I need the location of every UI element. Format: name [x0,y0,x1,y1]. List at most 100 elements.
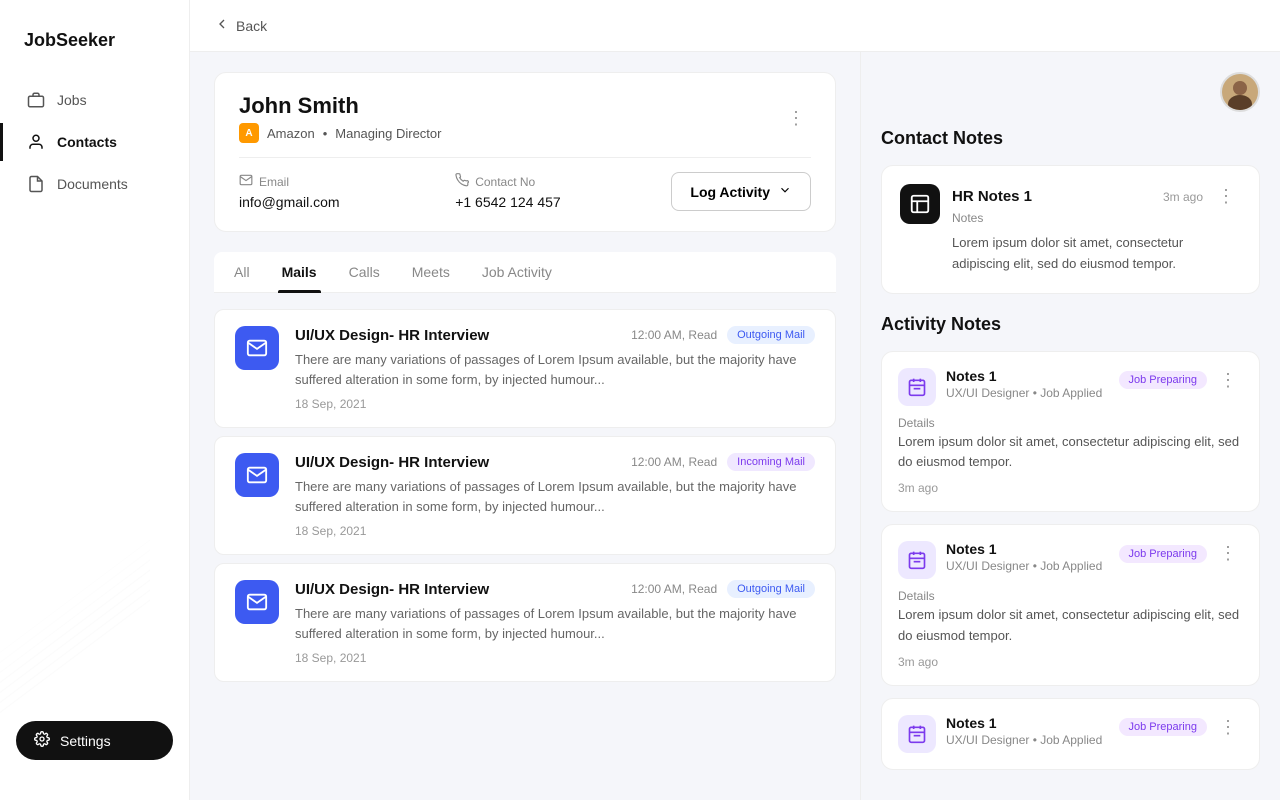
contact-note-card: HR Notes 1 3m ago ⋮ Notes Lorem ipsum do… [881,165,1260,294]
activity-note-title-row: Notes 1 UX/UI Designer • Job Applied Job… [946,541,1243,573]
back-button[interactable]: Back [214,16,267,35]
activity-note-title-row: Notes 1 UX/UI Designer • Job Applied Job… [946,368,1243,400]
topbar: Back [190,0,1280,52]
gear-icon [34,731,50,750]
contact-info-row: Email info@gmail.com Contact No [239,172,811,211]
job-badge: Job Preparing [1119,718,1208,736]
mail-item: UI/UX Design- HR Interview 12:00 AM, Rea… [214,436,836,555]
activity-note-header: Notes 1 UX/UI Designer • Job Applied Job… [898,541,1243,579]
activity-more-button[interactable]: ⋮ [1213,715,1243,740]
mail-preview: There are many variations of passages of… [295,477,815,516]
mail-time: 12:00 AM, Read [631,328,717,342]
sidebar-item-contacts-label: Contacts [57,134,117,150]
mail-title: UI/UX Design- HR Interview [295,581,489,598]
activity-note-title: Notes 1 [946,368,1102,384]
mail-date: 18 Sep, 2021 [295,397,815,411]
mail-title-row: UI/UX Design- HR Interview 12:00 AM, Rea… [295,326,815,344]
log-activity-label: Log Activity [690,184,770,200]
mail-title-row: UI/UX Design- HR Interview 12:00 AM, Rea… [295,453,815,471]
activity-tabs: All Mails Calls Meets Job Activity [214,252,836,293]
sidebar: JobSeeker Jobs Contacts [0,0,190,800]
mail-date: 18 Sep, 2021 [295,651,815,665]
chevron-down-icon [778,183,792,200]
mail-item: UI/UX Design- HR Interview 12:00 AM, Rea… [214,563,836,682]
note-body: Lorem ipsum dolor sit amet, consectetur … [900,233,1241,275]
contact-notes-title: Contact Notes [881,128,1260,149]
mail-body: UI/UX Design- HR Interview 12:00 AM, Rea… [295,580,815,665]
activity-note-info: Notes 1 UX/UI Designer • Job Applied [946,368,1102,400]
note-title: HR Notes 1 [952,188,1032,205]
sidebar-item-jobs[interactable]: Jobs [0,81,189,119]
phone-icon [455,173,469,190]
email-icon [239,173,253,190]
settings-label: Settings [60,733,111,749]
activity-note-sub: UX/UI Designer • Job Applied [946,559,1102,573]
sidebar-item-contacts[interactable]: Contacts [0,123,189,161]
sidebar-item-documents-label: Documents [57,176,128,192]
contact-more-button[interactable]: ⋮ [781,106,811,131]
activity-note-title: Notes 1 [946,715,1102,731]
settings-button[interactable]: Settings [16,721,173,760]
tab-mails[interactable]: Mails [278,252,321,292]
activity-note-sub: UX/UI Designer • Job Applied [946,386,1102,400]
tab-all[interactable]: All [230,252,254,292]
content-area: John Smith A Amazon • Managing Director … [190,52,1280,800]
mail-title: UI/UX Design- HR Interview [295,327,489,344]
note-time: 3m ago [1163,190,1203,204]
activity-more-button[interactable]: ⋮ [1213,541,1243,566]
contact-company: A Amazon • Managing Director [239,123,441,143]
mail-meta: 12:00 AM, Read Outgoing Mail [631,580,815,598]
job-badge: Job Preparing [1119,545,1208,563]
note-title-row: HR Notes 1 3m ago ⋮ [952,184,1241,209]
activity-note-header: Notes 1 UX/UI Designer • Job Applied Job… [898,368,1243,406]
activity-note-sub: UX/UI Designer • Job Applied [946,733,1102,747]
phone-value: +1 6542 124 457 [455,194,651,210]
activity-note-title-row: Notes 1 UX/UI Designer • Job Applied Job… [946,715,1243,747]
back-arrow-icon [214,16,230,35]
note-more-button[interactable]: ⋮ [1211,184,1241,209]
sidebar-item-jobs-label: Jobs [57,92,87,108]
details-label: Details [898,589,1243,603]
mail-icon [235,453,279,497]
mail-icon [235,326,279,370]
ago-text: 3m ago [898,655,1243,669]
mail-badge: Outgoing Mail [727,580,815,598]
ago-text: 3m ago [898,481,1243,495]
contact-role: Managing Director [335,126,441,141]
log-activity-button[interactable]: Log Activity [671,172,811,211]
tab-calls[interactable]: Calls [345,252,384,292]
company-separator: • [323,126,328,141]
activity-icon-wrap [898,715,936,753]
contacts-icon [27,133,45,151]
details-text: Lorem ipsum dolor sit amet, consectetur … [898,605,1243,647]
details-label: Details [898,416,1243,430]
contact-header: John Smith A Amazon • Managing Director … [239,93,811,143]
note-title-area: HR Notes 1 3m ago ⋮ Notes [952,184,1241,225]
tab-job-activity[interactable]: Job Activity [478,252,556,292]
contact-name-area: John Smith A Amazon • Managing Director [239,93,441,143]
contact-card: John Smith A Amazon • Managing Director … [214,72,836,232]
mail-title: UI/UX Design- HR Interview [295,454,489,471]
documents-icon [27,175,45,193]
activity-notes-title: Activity Notes [881,314,1260,335]
briefcase-icon [27,91,45,109]
sidebar-item-documents[interactable]: Documents [0,165,189,203]
note-header: HR Notes 1 3m ago ⋮ Notes [900,184,1241,225]
tab-meets[interactable]: Meets [408,252,454,292]
note-icon-wrap [900,184,940,224]
mail-date: 18 Sep, 2021 [295,524,815,538]
job-badge: Job Preparing [1119,371,1208,389]
activity-note-card: Notes 1 UX/UI Designer • Job Applied Job… [881,698,1260,770]
activity-note-info: Notes 1 UX/UI Designer • Job Applied [946,715,1102,747]
sidebar-nav: Jobs Contacts Documents [0,81,189,701]
back-label: Back [236,18,267,34]
activity-note-header: Notes 1 UX/UI Designer • Job Applied Job… [898,715,1243,753]
mail-body: UI/UX Design- HR Interview 12:00 AM, Rea… [295,453,815,538]
activity-more-button[interactable]: ⋮ [1213,368,1243,393]
mail-list: UI/UX Design- HR Interview 12:00 AM, Rea… [214,309,836,682]
mail-badge: Outgoing Mail [727,326,815,344]
mail-preview: There are many variations of passages of… [295,604,815,643]
sidebar-bottom: Settings [0,701,189,780]
mail-title-row: UI/UX Design- HR Interview 12:00 AM, Rea… [295,580,815,598]
contact-phone-item: Contact No +1 6542 124 457 [455,173,651,210]
